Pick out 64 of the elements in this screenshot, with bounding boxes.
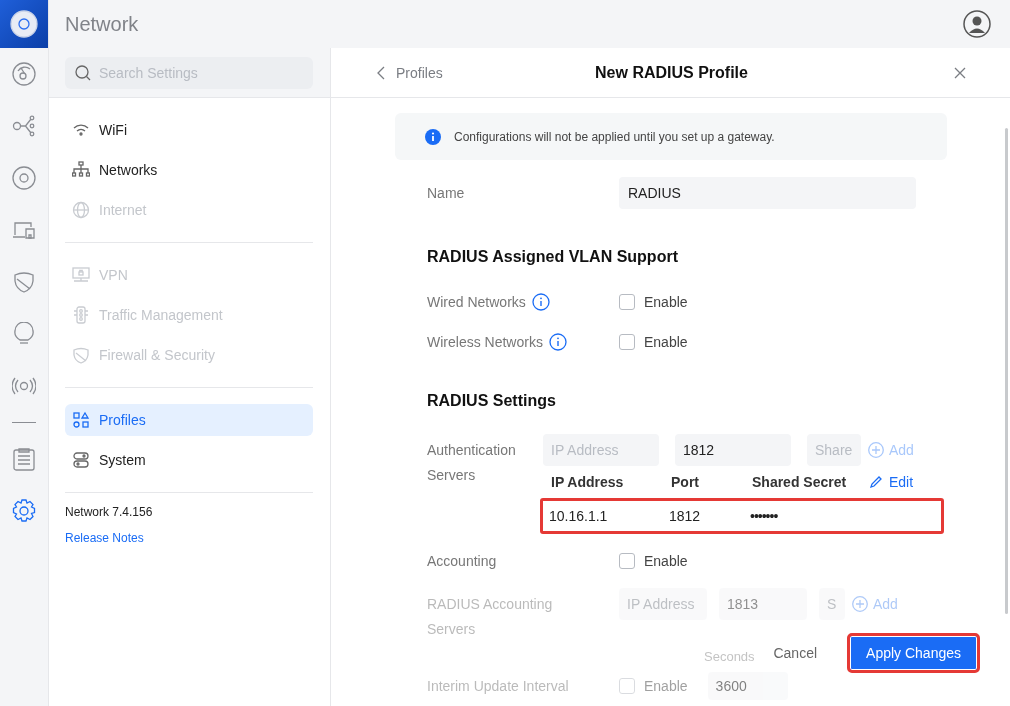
column-header: Shared Secret [752,474,848,490]
notice-text: Configurations will not be applied until you set up a gateway. [454,129,775,144]
field-label: Wired Networks [427,294,526,310]
field-label: Authentication Servers [427,442,516,483]
app-title: Network [65,12,139,36]
port-field[interactable]: 1812 [675,434,791,466]
pencil-icon [869,475,883,489]
ip-field[interactable]: IP Address [543,434,659,466]
field-label: Name [427,185,465,201]
info-icon [548,333,567,351]
plus-circle-icon [868,442,884,458]
nav-item[interactable]: System [65,444,313,476]
logo-icon [10,10,38,38]
secret-field[interactable]: Share [807,434,861,466]
info-icon [531,293,550,311]
traffic-light-icon [72,306,90,324]
cancel-button[interactable]: Cancel [763,637,828,669]
release-notes-link[interactable]: Release Notes [65,531,144,545]
avatar-icon [963,10,991,38]
shapes-icon [72,411,90,429]
info-icon [425,128,441,145]
search-icon [75,65,91,81]
edit-button[interactable]: Edit [869,474,914,490]
scrollbar[interactable] [1005,128,1008,614]
settings-icon[interactable] [12,499,36,523]
column-header: IP Address [551,474,625,490]
apply-changes-button[interactable]: Apply Changes [847,633,980,673]
logo[interactable] [0,0,48,48]
back-link[interactable]: Profiles [377,64,497,81]
shield-icon[interactable] [12,270,36,294]
enable-checkbox[interactable]: Enable [619,553,688,569]
version-text: Network 7.4.156 [65,505,154,519]
globe-icon [72,201,90,219]
nav-item[interactable]: Networks [65,154,313,186]
hierarchy-icon [72,161,90,179]
nav-item[interactable]: WiFi [65,114,313,146]
field-label: Interim Update Interval [427,678,569,694]
shield-icon [72,346,90,364]
toggles-icon [72,451,90,469]
field-label: Accounting [427,553,497,569]
topology-icon[interactable] [12,114,36,138]
column-header: Port [671,474,700,490]
close-icon[interactable] [954,66,966,79]
server-row[interactable]: 10.16.1.1 1812 ••••••• [540,498,944,534]
plus-circle-icon [852,596,868,612]
clipboard-icon[interactable] [12,447,36,471]
chevron-left-icon [377,65,385,80]
enable-checkbox[interactable]: Enable [619,294,688,310]
panel-title: New RADIUS Profile [595,63,748,82]
field-label: RADIUS Accounting Servers [427,596,553,637]
table-cell-text: 10.16.1.1 [549,508,609,524]
section-title: RADIUS Assigned VLAN Support [427,248,679,267]
target-icon[interactable] [12,166,36,190]
enable-checkbox[interactable]: Enable [619,334,688,350]
bulb-icon[interactable] [12,322,36,346]
unit-label: Seconds [704,649,755,664]
field-label: Wireless Networks [427,334,543,350]
name-field[interactable]: RADIUS [619,177,916,209]
dashboard-icon[interactable] [12,62,36,86]
nav-item[interactable]: Profiles [65,404,313,436]
section-title: RADIUS Settings [427,392,557,411]
monitor-lock-icon [72,266,90,284]
table-cell-text: 1812 [669,508,702,524]
table-cell: ••••••• [750,508,778,524]
